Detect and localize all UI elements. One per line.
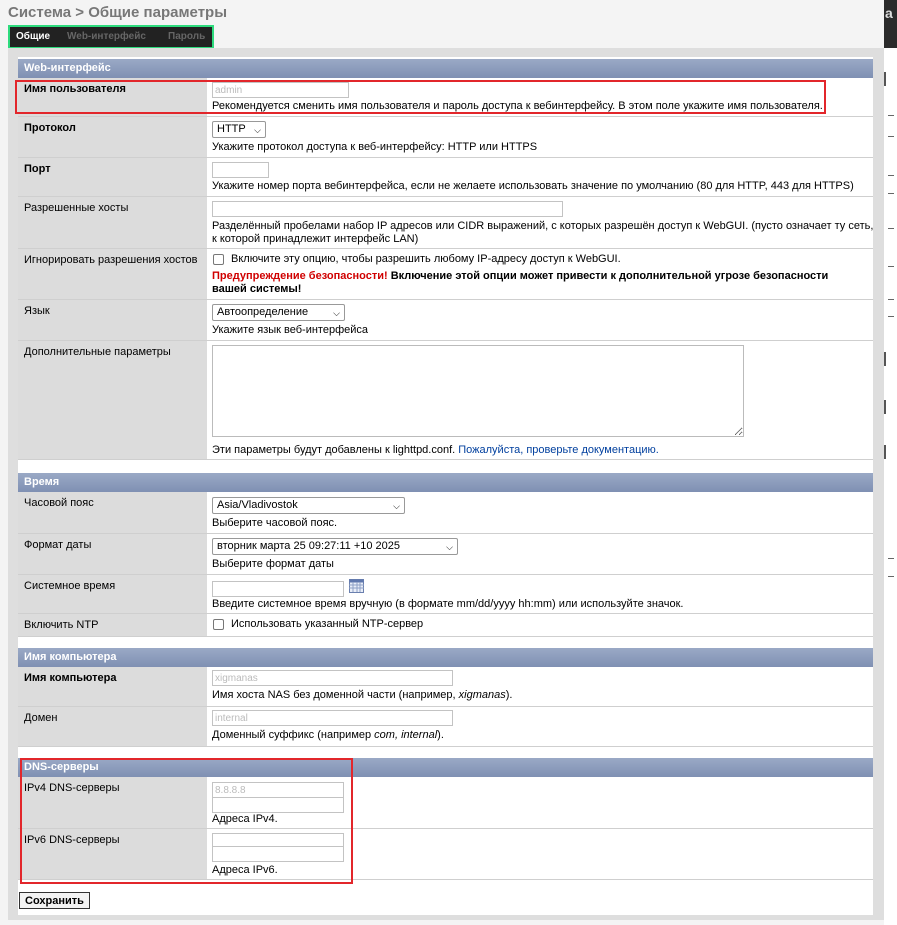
row-hostname: Имя компьютера Имя хоста NAS без доменно… (18, 667, 873, 707)
edge-mark (888, 576, 894, 577)
scrollbar-fragment (884, 72, 886, 86)
highlight-username (15, 80, 826, 114)
right-edge-header: a (884, 0, 897, 48)
ignore-hosts-checkbox-text: Включите эту опцию, чтобы разрешить любо… (231, 253, 621, 265)
hostname-desc: Имя хоста NAS без доменной части (наприм… (212, 689, 459, 701)
row-allowed-hosts: Разрешенные хосты Разделённый пробелами … (18, 197, 873, 249)
ignore-hosts-checkbox[interactable] (213, 254, 224, 265)
hostname-input[interactable] (212, 670, 453, 686)
system-time-desc: Введите системное время вручную (в форма… (212, 598, 684, 610)
edge-mark (888, 266, 894, 267)
extra-params-desc: Эти параметры будут добавлены к lighttpd… (212, 444, 456, 456)
ignore-hosts-label: Игнорировать разрешения хостов (18, 249, 207, 299)
timezone-label: Часовой пояс (18, 492, 207, 533)
edge-mark (888, 193, 894, 194)
date-format-desc: Выберите формат даты (212, 558, 334, 570)
domain-label: Домен (18, 707, 207, 746)
calendar-icon[interactable] (349, 578, 364, 593)
edge-mark (884, 352, 886, 366)
row-date-format: Формат даты вторник марта 25 09:27:11 +1… (18, 534, 873, 575)
hostname-desc-example: xigmanas (458, 689, 506, 701)
language-desc: Укажите язык веб-интерфейса (212, 324, 369, 336)
row-ntp: Включить NTP Использовать указанный NTP-… (18, 614, 873, 637)
edge-mark (888, 299, 894, 300)
tab-web-interface[interactable]: Web-интерфейс (67, 31, 146, 42)
system-time-input[interactable] (212, 581, 344, 597)
edge-mark (884, 400, 886, 414)
timezone-value: Asia/Vladivostok (217, 499, 298, 511)
highlight-dns (20, 758, 353, 884)
protocol-desc: Укажите протокол доступа к веб-интерфейс… (212, 141, 538, 153)
edge-mark (888, 175, 894, 176)
ntp-label: Включить NTP (18, 614, 207, 636)
chevron-down-icon: ⌵ (254, 125, 261, 135)
extra-params-label: Дополнительные параметры (18, 341, 207, 459)
port-desc: Укажите номер порта вебинтерфейса, если … (212, 180, 854, 192)
protocol-label: Протокол (18, 117, 207, 157)
allowed-hosts-desc-line1: Разделённый пробелами набор IP адресов и… (212, 220, 874, 232)
edge-mark (888, 136, 894, 137)
right-edge-letter: a (885, 5, 893, 21)
edge-mark (888, 316, 894, 317)
row-language: Язык Автоопределение ⌵ Укажите язык веб-и… (18, 300, 873, 341)
domain-desc-suffix: ). (437, 729, 444, 741)
port-input[interactable] (212, 162, 269, 178)
edge-mark (888, 558, 894, 559)
domain-desc-example: com, internal (374, 729, 438, 741)
tab-password[interactable]: Пароль (168, 31, 205, 42)
row-system-time: Системное время Введите системное время … (18, 575, 873, 614)
section-header-hostname: Имя компьютера (18, 648, 873, 667)
row-domain: Домен Доменный суффикс (например com, in… (18, 707, 873, 747)
timezone-select[interactable]: Asia/Vladivostok ⌵ (212, 497, 405, 514)
allowed-hosts-label: Разрешенные хосты (18, 197, 207, 248)
page-title: Система > Общие параметры (8, 4, 228, 21)
chevron-down-icon: ⌵ (393, 501, 400, 511)
edge-mark (884, 445, 886, 459)
hostname-desc-suffix: ). (505, 689, 513, 701)
chevron-down-icon: ⌵ (333, 308, 340, 318)
protocol-value: HTTP (217, 123, 246, 135)
row-ignore-hosts: Игнорировать разрешения хостов Включите … (18, 249, 873, 300)
security-warning-label: Предупреждение безопасности! (212, 270, 388, 282)
save-button[interactable]: Сохранить (19, 892, 90, 909)
edge-mark (888, 115, 894, 116)
port-label: Порт (18, 158, 207, 196)
allowed-hosts-desc-line2: к которой принадлежит интерфейс LAN) (212, 233, 419, 245)
extra-params-textarea[interactable] (212, 345, 744, 437)
ntp-checkbox[interactable] (213, 619, 224, 630)
tab-bar: Общие Web-интерфейс Пароль (8, 25, 214, 49)
timezone-desc: Выберите часовой пояс. (212, 517, 338, 529)
allowed-hosts-input[interactable] (212, 201, 563, 217)
hostname-label: Имя компьютера (18, 667, 207, 706)
date-format-label: Формат даты (18, 534, 207, 574)
security-warning-text: Включение этой опции может привести к до… (390, 270, 829, 282)
security-warning-text-2: вашей системы! (212, 283, 302, 295)
date-format-value: вторник марта 25 09:27:11 +10 2025 (217, 540, 401, 552)
protocol-select[interactable]: HTTP ⌵ (212, 121, 266, 138)
edge-mark (888, 228, 894, 229)
language-label: Язык (18, 300, 207, 340)
date-format-select[interactable]: вторник марта 25 09:27:11 +10 2025 ⌵ (212, 538, 458, 555)
language-value: Автоопределение (217, 306, 309, 318)
tab-general[interactable]: Общие (16, 31, 50, 42)
ntp-checkbox-text: Использовать указанный NTP-сервер (231, 618, 424, 630)
chevron-down-icon: ⌵ (446, 542, 453, 552)
language-select[interactable]: Автоопределение ⌵ (212, 304, 345, 321)
domain-desc: Доменный суффикс (например (212, 729, 375, 741)
row-protocol: Протокол HTTP ⌵ Укажите протокол доступа … (18, 117, 873, 158)
section-header-time: Время (18, 473, 873, 492)
row-extra-params: Дополнительные параметры Эти параметры б… (18, 341, 873, 460)
system-time-label: Системное время (18, 575, 207, 613)
section-header-web: Web-интерфейс (18, 59, 873, 78)
row-timezone: Часовой пояс Asia/Vladivostok ⌵ Выберите … (18, 492, 873, 534)
documentation-link[interactable]: Пожалуйста, проверьте документацию. (458, 444, 659, 456)
row-port: Порт Укажите номер порта вебинтерфейса, … (18, 158, 873, 197)
domain-input[interactable] (212, 710, 453, 726)
right-edge-strip: a (884, 0, 897, 925)
